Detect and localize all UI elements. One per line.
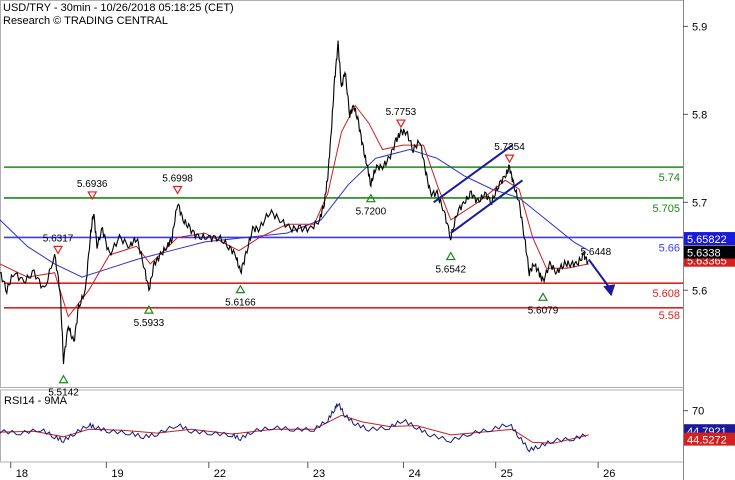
- x-tick-label: 22: [214, 468, 226, 480]
- price-series-line: [0, 40, 589, 365]
- low-marker-icon: [537, 292, 549, 301]
- high-label: 5.6936: [77, 179, 108, 190]
- high-marker-icon: [504, 154, 515, 164]
- low-marker-icon: [235, 284, 246, 294]
- x-tick-label: 18: [16, 468, 28, 480]
- high-label: 5.7354: [494, 142, 525, 153]
- x-tick-label: 26: [603, 468, 615, 480]
- low-label: 5.6166: [225, 298, 256, 309]
- x-tick-label: 24: [408, 468, 420, 480]
- high-label: 5.7753: [386, 107, 417, 118]
- x-tick-label: 25: [501, 468, 513, 480]
- level-annotation-label: 5.6448: [581, 247, 612, 258]
- low-label: 5.5933: [134, 318, 165, 329]
- current-price-label: 5.6338: [687, 248, 721, 260]
- x-tick-label: 23: [313, 468, 325, 480]
- y-tick-label: 5.6: [692, 285, 707, 297]
- price-tag-label: 5.65822: [687, 234, 727, 246]
- high-label: 5.6317: [43, 233, 74, 244]
- x-tick-label: 19: [111, 468, 123, 480]
- rsi-panel-frame: [0, 389, 684, 463]
- y-tick-label: 5.7: [692, 197, 707, 209]
- rsi-ma-line: [0, 414, 589, 444]
- chart-canvas: 5.9 5.8 5.7 5.6 70 18 19 22 23 24 25 26 5.74 5.705 5.6…: [0, 0, 735, 480]
- y-tick-label: 5.8: [692, 109, 707, 121]
- level-label: 5.705: [652, 203, 680, 215]
- low-label: 5.7200: [356, 207, 387, 218]
- price-panel-frame: [0, 0, 684, 388]
- high-marker-icon: [53, 245, 64, 255]
- rsi-ma-tag: 44.5272: [687, 435, 727, 447]
- low-label: 5.6542: [435, 265, 466, 276]
- y-tick-label: 5.9: [692, 21, 707, 33]
- low-marker-icon: [445, 251, 456, 261]
- level-label: 5.608: [652, 288, 680, 300]
- low-marker-icon: [58, 374, 69, 384]
- projection-arrow-head: [603, 284, 616, 297]
- low-label: 5.6079: [528, 305, 559, 316]
- high-marker-icon: [172, 185, 183, 195]
- level-label: 5.66: [659, 242, 680, 254]
- level-label: 5.74: [659, 172, 680, 184]
- rsi-panel-title: RSI14 - 9MA: [4, 395, 68, 407]
- rsi-tick-label: 70: [692, 406, 704, 418]
- high-label: 5.6998: [162, 173, 193, 184]
- channel-line: [433, 144, 513, 204]
- high-marker-icon: [395, 119, 406, 129]
- level-label: 5.58: [659, 310, 680, 322]
- fast-ma-line: [0, 104, 589, 318]
- rsi-line: [0, 402, 587, 453]
